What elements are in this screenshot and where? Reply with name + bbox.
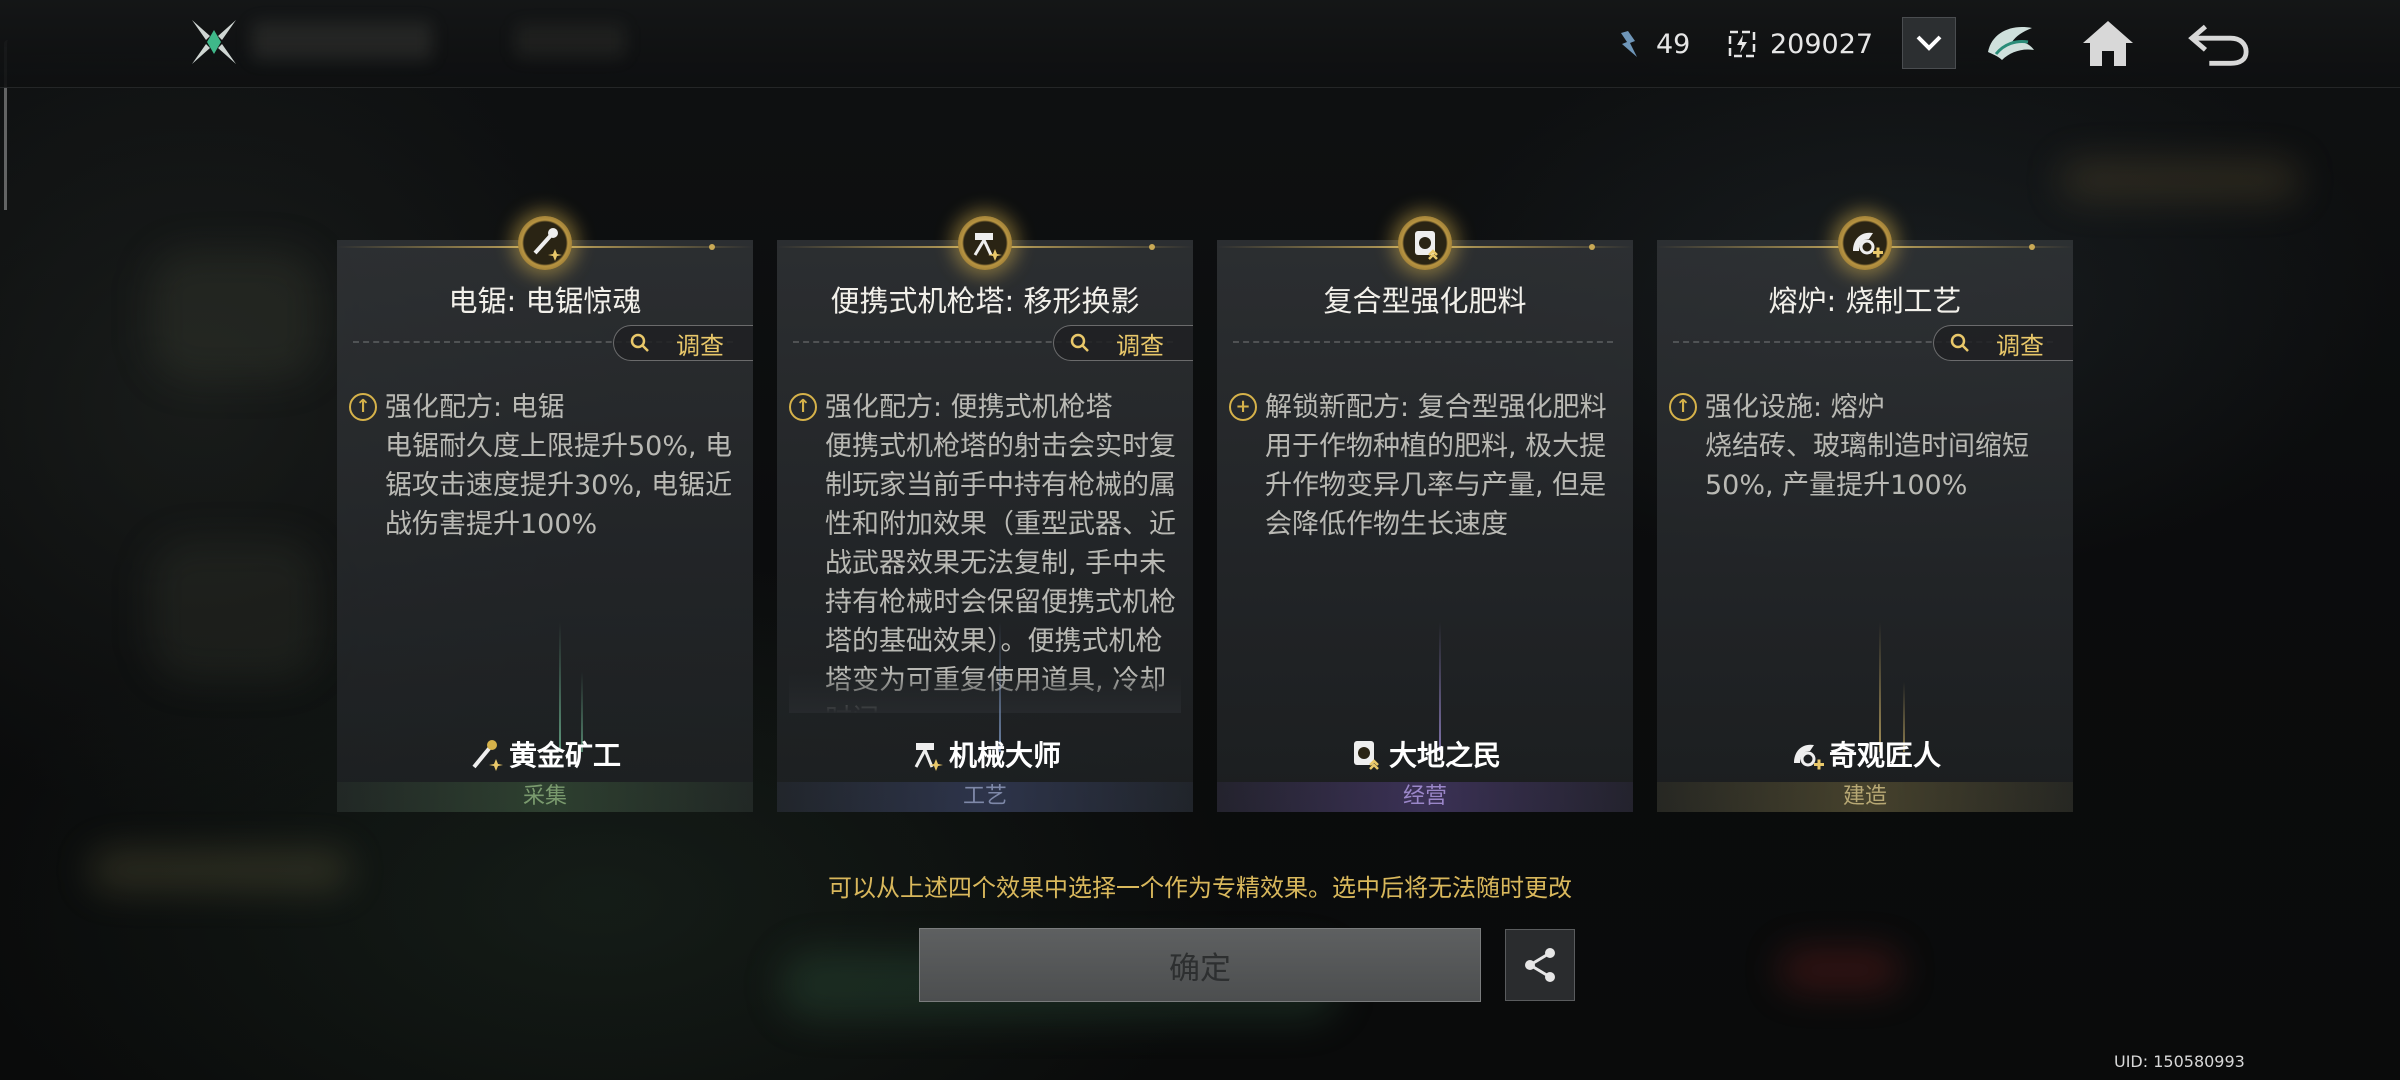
card-effect: + 解锁新配方: 复合型强化肥料 用于作物种植的肥料, 极大提升作物变异几率与产… <box>1229 388 1621 713</box>
role-label: 奇观匠人 <box>1657 734 2073 774</box>
role-name: 奇观匠人 <box>1828 739 1941 772</box>
investigate-button[interactable]: 调查 <box>613 325 753 361</box>
lightning-box-icon <box>1726 28 1758 60</box>
unlock-plus-icon: + <box>1229 393 1257 421</box>
investigate-button[interactable]: 调查 <box>1933 325 2073 361</box>
crossed-blades-logo-icon <box>188 16 240 68</box>
card-effect: ↑ 强化配方: 便携式机枪塔 便携式机枪塔的射击会实时复制玩家当前手中持有枪械的… <box>789 388 1181 713</box>
uid-label: UID: 150580993 <box>2114 1052 2245 1071</box>
card-effect: ↑ 强化设施: 熔炉 烧结砖、玻璃制造时间缩短50%, 产量提升100% <box>1669 388 2061 713</box>
light-beam <box>559 622 561 752</box>
specialization-card-turret[interactable]: 便携式机枪塔: 移形换影 调查 ↑ 强化配方: 便携式机枪塔 便携式机枪塔的射击… <box>777 216 1193 812</box>
effect-description: 烧结砖、玻璃制造时间缩短50%, 产量提升100% <box>1705 431 2029 501</box>
resource-counter-1: 49 <box>1612 22 1690 66</box>
search-icon <box>1950 333 1969 352</box>
chevron-down-icon <box>1916 35 1942 51</box>
light-beam <box>1439 622 1441 752</box>
bg-blur <box>1780 950 1900 990</box>
category-label: 工艺 <box>962 784 1007 809</box>
search-icon <box>1070 333 1089 352</box>
card-dot <box>1589 244 1595 250</box>
bg-blur <box>150 540 320 680</box>
light-beam <box>999 622 1001 752</box>
upgrade-arrow-icon: ↑ <box>349 393 377 421</box>
dropdown-button[interactable] <box>1902 17 1956 69</box>
blurred-title <box>252 22 432 60</box>
investigate-button[interactable]: 调查 <box>1053 325 1193 361</box>
effect-description: 便携式机枪塔的射击会实时复制玩家当前手中持有枪械的属性和附加效果（重型武器、近战… <box>825 431 1176 713</box>
furnace-emblem-icon <box>1838 216 1892 270</box>
turret-emblem-icon <box>958 216 1012 270</box>
role-label: 大地之民 <box>1217 734 1633 774</box>
resource-2-value: 209027 <box>1770 28 1874 60</box>
upgrade-arrow-icon: ↑ <box>789 393 817 421</box>
light-beam <box>1879 622 1881 752</box>
role-name: 机械大师 <box>948 739 1061 772</box>
resource-1-value: 49 <box>1656 28 1691 60</box>
drill-emblem-icon <box>518 216 572 270</box>
card-title: 熔炉: 烧制工艺 <box>1768 284 1962 318</box>
effect-description: 电锯耐久度上限提升50%, 电锯攻击速度提升30%, 电锯近战伤害提升100% <box>385 431 733 540</box>
category-bar: 工艺 <box>777 782 1193 812</box>
category-bar: 采集 <box>337 782 753 812</box>
share-icon <box>1525 948 1555 982</box>
category-label: 建造 <box>1842 784 1887 809</box>
bg-blur <box>2060 160 2300 200</box>
back-arrow-icon[interactable] <box>2188 12 2250 74</box>
share-button[interactable] <box>1505 929 1575 1001</box>
card-title: 复合型强化肥料 <box>1323 284 1527 318</box>
winged-helmet-icon[interactable] <box>1979 12 2041 74</box>
role-name: 大地之民 <box>1388 739 1501 772</box>
role-label: 机械大师 <box>777 734 1193 774</box>
home-icon[interactable] <box>2077 12 2139 74</box>
search-icon <box>630 333 649 352</box>
category-label: 经营 <box>1402 784 1447 809</box>
effect-description: 用于作物种植的肥料, 极大提升作物变异几率与产量, 但是会降低作物生长速度 <box>1265 431 1607 540</box>
card-dot <box>2029 244 2035 250</box>
role-name: 黄金矿工 <box>508 739 621 772</box>
investigate-label: 调查 <box>676 331 724 360</box>
category-bar: 建造 <box>1657 782 2073 812</box>
confirm-label: 确定 <box>1169 950 1231 987</box>
fertilizer-role-icon <box>1349 736 1385 772</box>
role-label: 黄金矿工 <box>337 734 753 774</box>
resource-counter-2: 209027 <box>1726 22 1873 66</box>
investigate-label: 调查 <box>1996 331 2044 360</box>
specialization-card-fertilizer[interactable]: 复合型强化肥料 + 解锁新配方: 复合型强化肥料 用于作物种植的肥料, 极大提升… <box>1217 216 1633 812</box>
card-dot <box>1149 244 1155 250</box>
blurred-subtitle <box>515 24 625 58</box>
card-title: 电锯: 电锯惊魂 <box>448 284 642 318</box>
card-effect: ↑ 强化配方: 电锯 电锯耐久度上限提升50%, 电锯攻击速度提升30%, 电锯… <box>349 388 741 713</box>
confirm-button[interactable]: 确定 <box>919 928 1481 1002</box>
bg-blur <box>150 250 320 380</box>
category-bar: 经营 <box>1217 782 1633 812</box>
investigate-label: 调查 <box>1116 331 1164 360</box>
energy-shard-icon <box>1612 28 1644 60</box>
furnace-role-icon <box>1789 736 1825 772</box>
selection-hint: 可以从上述四个效果中选择一个作为专精效果。选中后将无法随时更改 <box>828 874 1572 902</box>
card-dot <box>709 244 715 250</box>
fertilizer-emblem-icon <box>1398 216 1452 270</box>
effect-head: 强化设施: 熔炉 <box>1705 392 1885 423</box>
effect-head: 解锁新配方: 复合型强化肥料 <box>1265 392 1607 423</box>
upgrade-arrow-icon: ↑ <box>1669 393 1697 421</box>
effect-head: 强化配方: 电锯 <box>385 392 565 423</box>
effect-head: 强化配方: 便携式机枪塔 <box>825 392 1113 423</box>
card-divider <box>1233 341 1613 343</box>
drill-role-icon <box>469 736 505 772</box>
category-label: 采集 <box>522 784 567 809</box>
text-fade <box>789 673 1181 713</box>
specialization-card-furnace[interactable]: 熔炉: 烧制工艺 调查 ↑ 强化设施: 熔炉 烧结砖、玻璃制造时间缩短50%, … <box>1657 216 2073 812</box>
turret-role-icon <box>909 736 945 772</box>
specialization-card-chainsaw[interactable]: 电锯: 电锯惊魂 调查 ↑ 强化配方: 电锯 电锯耐久度上限提升50%, 电锯攻… <box>337 216 753 812</box>
card-title: 便携式机枪塔: 移形换影 <box>830 284 1140 318</box>
top-bar: 49 209027 <box>0 0 2400 88</box>
